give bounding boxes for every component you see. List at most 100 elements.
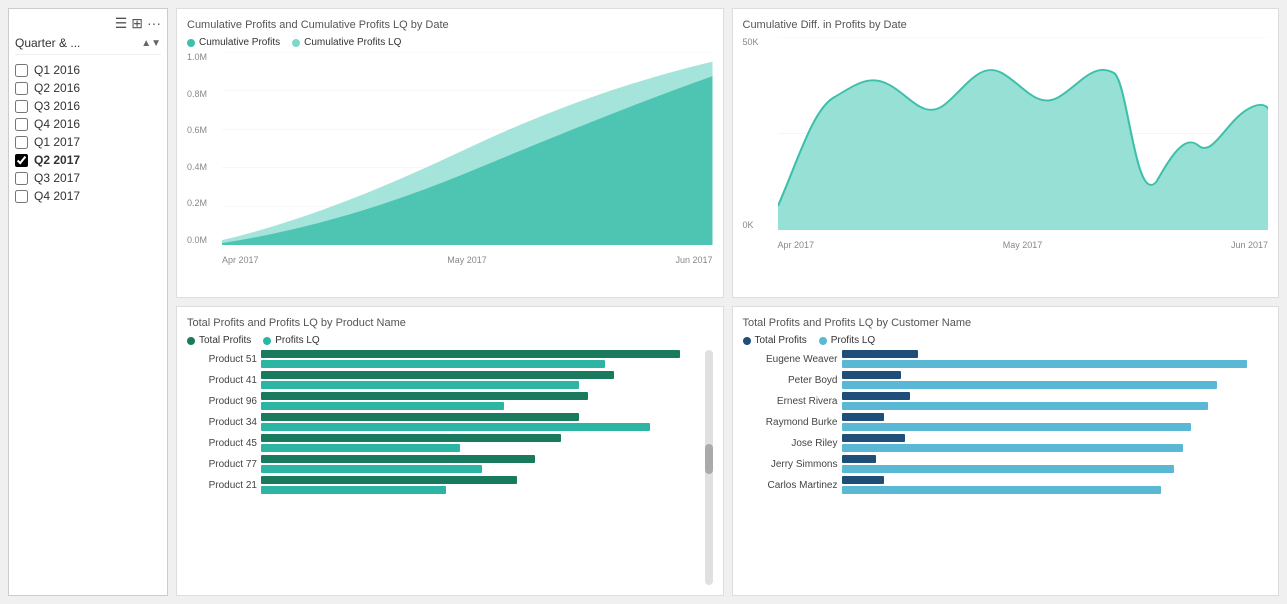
customer-total-bar	[842, 350, 919, 358]
bar-track	[261, 392, 703, 410]
bar-track	[261, 413, 703, 431]
sidebar-item-q32017[interactable]: Q3 2017	[15, 169, 161, 187]
sidebar-item-q22016[interactable]: Q2 2016	[15, 79, 161, 97]
product-profits-title: Total Profits and Profits LQ by Product …	[187, 317, 713, 329]
diff-chart-svg	[778, 37, 1269, 230]
customer-bar-track	[842, 434, 1269, 452]
customer-profits-lq-bar	[842, 381, 1217, 389]
list-item: Product 96	[187, 392, 703, 410]
sidebar-item-q22017[interactable]: Q2 2017	[15, 151, 161, 169]
profits-lq-bar	[261, 444, 460, 452]
sidebar-more-icon[interactable]: ···	[147, 15, 161, 32]
customer-profits-chart: Total Profits and Profits LQ by Customer…	[732, 306, 1280, 596]
total-profits-bar	[261, 413, 579, 421]
checkbox-q42017[interactable]	[15, 190, 28, 203]
diff-x-axis: Apr 2017 May 2017 Jun 2017	[778, 240, 1269, 250]
list-item: Product 21	[187, 476, 703, 494]
sidebar-item-q42016[interactable]: Q4 2016	[15, 115, 161, 133]
product-scroll-thumb	[705, 444, 713, 474]
sidebar-menu-icon[interactable]: ☰	[115, 15, 128, 32]
sidebar-title-label: Quarter & ...	[15, 36, 80, 50]
legend-label-lq: Cumulative Profits LQ	[304, 37, 401, 48]
customer-bar-track	[842, 392, 1269, 410]
legend-profits-lq-customer: Profits LQ	[819, 335, 875, 346]
sidebar-label-0: Q1 2016	[34, 63, 80, 77]
product-label: Product 51	[187, 354, 257, 365]
checkbox-q22016[interactable]	[15, 82, 28, 95]
top-row: Cumulative Profits and Cumulative Profit…	[176, 8, 1279, 298]
sidebar-expand-icon[interactable]: ⊞	[131, 15, 143, 32]
checkbox-q42016[interactable]	[15, 118, 28, 131]
product-label: Product 96	[187, 396, 257, 407]
profits-lq-bar	[261, 381, 579, 389]
checkbox-q12016[interactable]	[15, 64, 28, 77]
diff-x-jun: Jun 2017	[1231, 240, 1268, 250]
profits-lq-bar	[261, 360, 605, 368]
sidebar-item-q12017[interactable]: Q1 2017	[15, 133, 161, 151]
product-bars: Product 51 Product 41 Product 96 Product 34…	[187, 350, 703, 530]
checkbox-q12017[interactable]	[15, 136, 28, 149]
customer-profits-lq-bar	[842, 465, 1175, 473]
list-item: Product 41	[187, 371, 703, 389]
product-label: Product 77	[187, 459, 257, 470]
legend-label-lq-cust: Profits LQ	[831, 335, 875, 346]
profits-lq-bar	[261, 465, 482, 473]
area-chart-wrapper: 1.0M 0.8M 0.6M 0.4M 0.2M 0.0M	[187, 52, 713, 265]
customer-bar-track	[842, 371, 1269, 389]
sidebar-item-q42017[interactable]: Q4 2017	[15, 187, 161, 205]
profits-lq-bar	[261, 402, 504, 410]
product-label: Product 34	[187, 417, 257, 428]
list-item: Product 34	[187, 413, 703, 431]
sidebar-item-q32016[interactable]: Q3 2016	[15, 97, 161, 115]
product-scrollbar[interactable]	[705, 350, 713, 585]
customer-profits-title: Total Profits and Profits LQ by Customer…	[743, 317, 1269, 329]
checkbox-q22017[interactable]	[15, 154, 28, 167]
total-profits-bar	[261, 455, 535, 463]
filter-sidebar: ☰ ⊞ ··· Quarter & ... ▲▼ Q1 2016Q2 2016Q…	[8, 8, 168, 596]
legend-profits-lq-product: Profits LQ	[263, 335, 319, 346]
bottom-row: Total Profits and Profits LQ by Product …	[176, 306, 1279, 596]
x-axis-labels: Apr 2017 May 2017 Jun 2017	[222, 255, 713, 265]
sidebar-item-q12016[interactable]: Q1 2016	[15, 61, 161, 79]
customer-bar-track	[842, 350, 1269, 368]
total-profits-bar	[261, 392, 588, 400]
product-chart-body: Product 51 Product 41 Product 96 Product 34…	[187, 350, 713, 585]
sidebar-label-7: Q4 2017	[34, 189, 80, 203]
legend-dot-profits	[187, 39, 195, 47]
legend-label-lq-product: Profits LQ	[275, 335, 319, 346]
list-item: Jose Riley	[743, 434, 1269, 452]
sidebar-label-3: Q4 2016	[34, 117, 80, 131]
customer-profits-lq-bar	[842, 444, 1183, 452]
diff-area	[778, 70, 1269, 230]
customer-profits-lq-bar	[842, 360, 1247, 368]
cumulative-diff-chart: Cumulative Diff. in Profits by Date 50K …	[732, 8, 1280, 298]
customer-legend: Total Profits Profits LQ	[743, 335, 1269, 346]
checkbox-q32017[interactable]	[15, 172, 28, 185]
legend-dot-lq-cust	[819, 337, 827, 345]
diff-chart-wrapper: 50K 0K Apr 2017 May 2017 Jun 2017	[743, 37, 1269, 250]
sidebar-label-5: Q2 2017	[34, 153, 80, 167]
x-label-jun: Jun 2017	[675, 255, 712, 265]
customer-label: Carlos Martinez	[743, 480, 838, 491]
cumulative-legend: Cumulative Profits Cumulative Profits LQ	[187, 37, 713, 48]
list-item: Jerry Simmons	[743, 455, 1269, 473]
legend-dot-total	[187, 337, 195, 345]
list-item: Eugene Weaver	[743, 350, 1269, 368]
sidebar-items: Q1 2016 Q2 2016 Q3 2016 Q4 2016 Q1 2017 Q2 20…	[15, 61, 161, 205]
checkbox-q32016[interactable]	[15, 100, 28, 113]
legend-label-total-cust: Total Profits	[755, 335, 807, 346]
y-label-5: 0.2M	[187, 198, 222, 208]
bar-track	[261, 371, 703, 389]
list-item: Ernest Rivera	[743, 392, 1269, 410]
bar-track	[261, 476, 703, 494]
bar-track	[261, 434, 703, 452]
x-label-may: May 2017	[447, 255, 487, 265]
sidebar-sort-arrows[interactable]: ▲▼	[141, 38, 161, 49]
legend-dot-total-cust	[743, 337, 751, 345]
customer-profits-lq-bar	[842, 486, 1162, 494]
total-profits-bar	[261, 371, 614, 379]
y-label-6: 0.0M	[187, 235, 222, 245]
y-label-1: 1.0M	[187, 52, 222, 62]
cumulative-profits-title: Cumulative Profits and Cumulative Profit…	[187, 19, 713, 31]
sidebar-label-2: Q3 2016	[34, 99, 80, 113]
